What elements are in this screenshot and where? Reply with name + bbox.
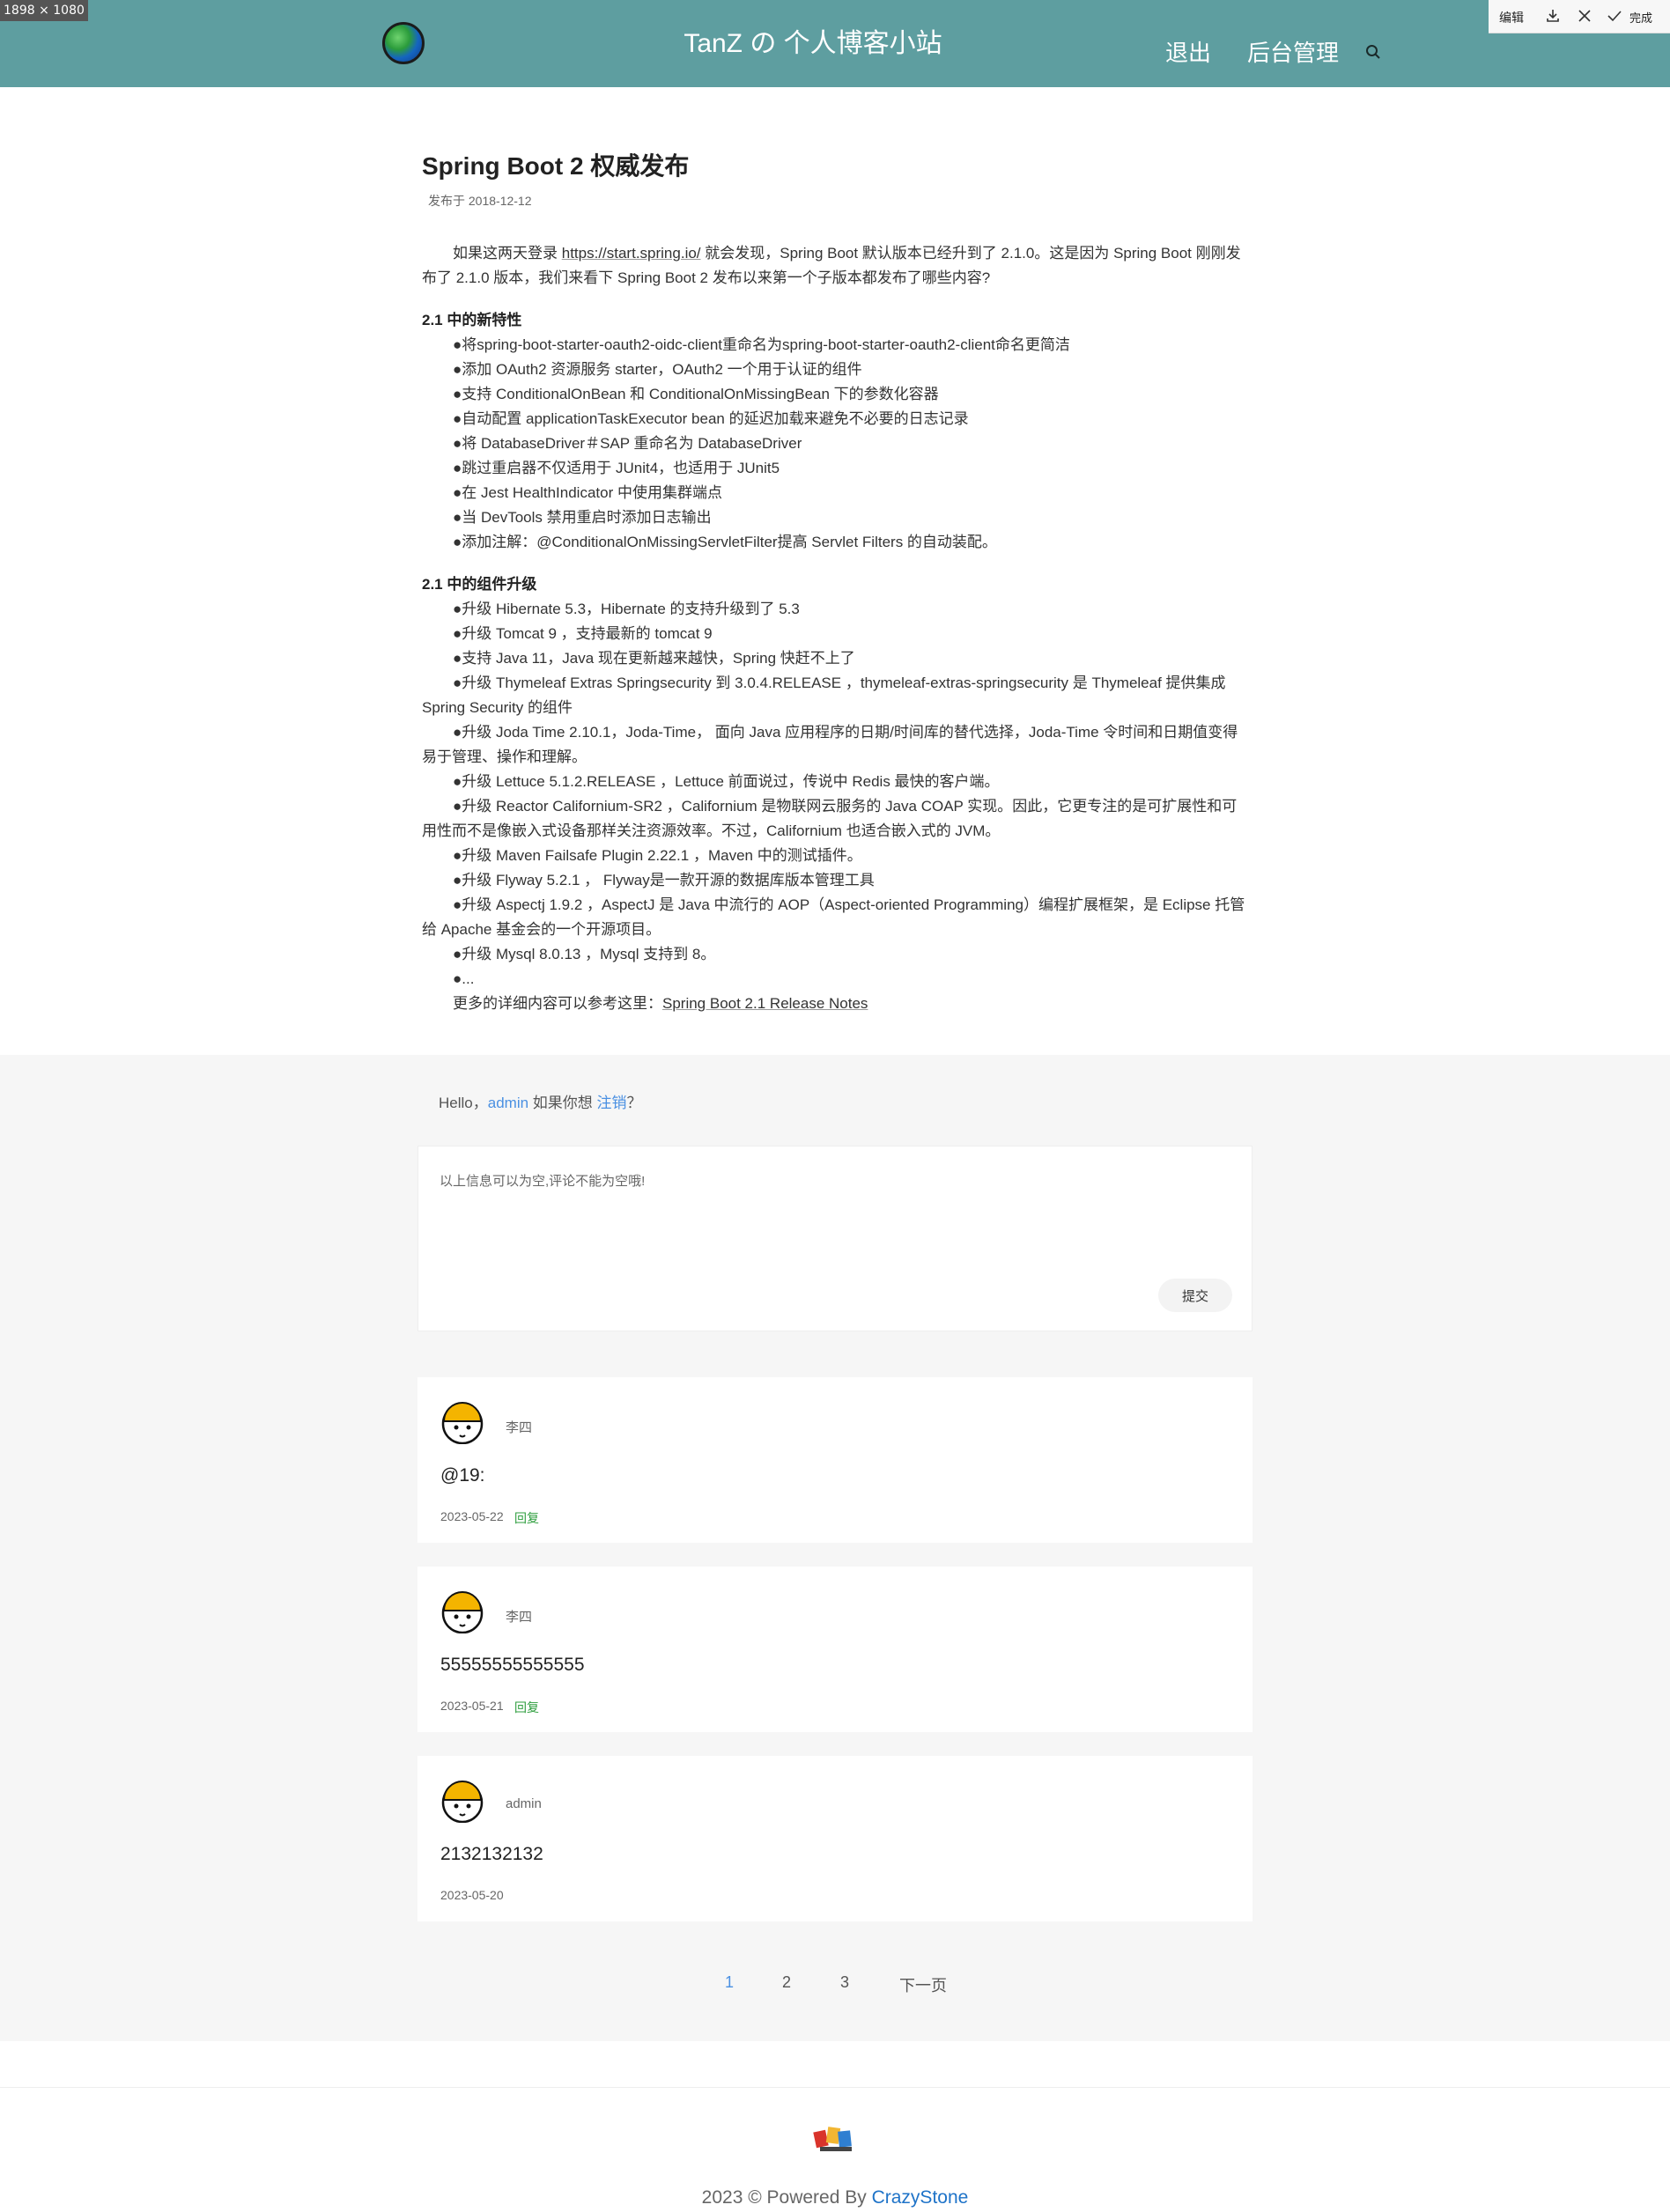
feature-item: ●在 Jest HealthIndicator 中使用集群端点: [453, 484, 722, 501]
comment-author: 李四: [506, 1610, 533, 1625]
page-3[interactable]: 3: [840, 1973, 849, 1992]
current-user-link[interactable]: admin: [488, 1095, 528, 1111]
reply-link[interactable]: 回复: [514, 1509, 539, 1527]
comment-card: 李四 @19: 2023-05-22 回复: [418, 1377, 1252, 1543]
screenshot-size-badge: 1898 × 1080: [0, 0, 88, 21]
feature-item: ●升级 Mysql 8.0.13 ，Mysql 支持到 8。: [453, 946, 716, 962]
globe-logo-icon[interactable]: [382, 22, 425, 64]
comment-date: 2023-05-20: [440, 1888, 504, 1902]
comment-textarea[interactable]: 以上信息可以为空,评论不能为空哦! 提交: [418, 1146, 1252, 1331]
comment-placeholder: 以上信息可以为空,评论不能为空哦!: [440, 1174, 646, 1189]
feature-item: ●添加注解：@ConditionalOnMissingServletFilter…: [453, 534, 997, 550]
page-1[interactable]: 1: [725, 1973, 734, 1992]
avatar-icon: [440, 1779, 484, 1824]
blog-logo-icon: [813, 2127, 852, 2151]
feature-item: ●自动配置 applicationTaskExecutor bean 的延迟加载…: [453, 410, 969, 427]
submit-comment-button[interactable]: 提交: [1158, 1279, 1232, 1312]
search-icon[interactable]: [1365, 44, 1381, 60]
next-page[interactable]: 下一页: [899, 1973, 947, 1996]
comment-card: admin 2132132132 2023-05-20: [418, 1756, 1252, 1921]
article-date: 发布于 2018-12-12: [428, 194, 532, 208]
close-icon[interactable]: [1577, 8, 1592, 24]
nav-logout[interactable]: 退出: [1165, 35, 1211, 68]
start-spring-link[interactable]: https://start.spring.io/: [562, 245, 701, 262]
comment-text: @19:: [440, 1465, 485, 1486]
more-info-line: 更多的详细内容可以参考这里：Spring Boot 2.1 Release No…: [422, 992, 1250, 1016]
site-header: TanZ の 个人博客小站 退出 后台管理: [0, 0, 1670, 87]
nav-admin[interactable]: 后台管理: [1247, 35, 1339, 68]
feature-item: ●添加 OAuth2 资源服务 starter，OAuth2 一个用于认证的组件: [453, 361, 862, 378]
download-icon[interactable]: [1545, 8, 1561, 24]
comment-text: 2132132132: [440, 1844, 543, 1864]
footer-copyright: 2023 © Powered By CrazyStone: [701, 2187, 969, 2208]
new-features-list: ●将spring-boot-starter-oauth2-oidc-client…: [422, 333, 1250, 555]
article-content: 如果这两天登录 https://start.spring.io/ 就会发现，Sp…: [422, 241, 1250, 1016]
section-new-features-title: 2.1 中的新特性: [422, 312, 522, 328]
comment-date: 2023-05-22: [440, 1509, 504, 1523]
feature-item: ●支持 Java 11，Java 现在更新越来越快，Spring 快赶不上了: [453, 650, 855, 667]
feature-item: ●将spring-boot-starter-oauth2-oidc-client…: [453, 336, 1070, 353]
logout-link[interactable]: 注销: [597, 1095, 627, 1111]
more-info-text: 更多的详细内容可以参考这里：: [453, 995, 662, 1012]
feature-item: ●升级 Joda Time 2.10.1，Joda-Time， 面向 Java …: [422, 724, 1238, 765]
feature-item: ●当 DevTools 禁用重启时添加日志输出: [453, 509, 712, 526]
site-title[interactable]: TanZ の 个人博客小站: [573, 21, 1053, 60]
feature-item: ●升级 Hibernate 5.3，Hibernate 的支持升级到了 5.3: [453, 601, 800, 617]
comment-author: admin: [506, 1796, 542, 1811]
feature-item: ●升级 Aspectj 1.9.2 ，AspectJ 是 Java 中流行的 A…: [422, 896, 1245, 938]
feature-item: ●升级 Lettuce 5.1.2.RELEASE ，Lettuce 前面说过，…: [453, 773, 1000, 790]
feature-item: ●支持 ConditionalOnBean 和 ConditionalOnMis…: [453, 386, 939, 402]
comment-card: 李四 55555555555555 2023-05-21 回复: [418, 1567, 1252, 1732]
feature-item: ●升级 Maven Failsafe Plugin 2.22.1 ，Maven …: [453, 847, 862, 864]
feature-item: ●升级 Tomcat 9 ，支持最新的 tomcat 9: [453, 625, 713, 642]
login-greeting: Hello，admin 如果你想 注销？: [439, 1095, 642, 1111]
feature-item: ●升级 Reactor Californium-SR2 ，Californium…: [422, 798, 1238, 839]
feature-item: ●升级 Thymeleaf Extras Springsecurity 到 3.…: [422, 675, 1226, 716]
feature-item: ●...: [453, 970, 475, 987]
feature-item: ●升级 Flyway 5.2.1 ， Flyway是一款开源的数据库版本管理工具: [453, 872, 875, 888]
page-2[interactable]: 2: [782, 1973, 791, 1992]
feature-item: ●将 DatabaseDriver＃SAP 重命名为 DatabaseDrive…: [453, 435, 802, 452]
avatar-icon: [440, 1589, 484, 1634]
upgrades-list: ●升级 Hibernate 5.3，Hibernate 的支持升级到了 5.3 ●…: [422, 597, 1250, 992]
comment-author: 李四: [506, 1420, 533, 1435]
comment-text: 55555555555555: [440, 1655, 585, 1675]
crazystone-link[interactable]: CrazyStone: [872, 2187, 969, 2208]
screenshot-toolbar: 编辑 完成: [1489, 0, 1670, 33]
avatar-icon: [440, 1400, 484, 1445]
intro-text: 如果这两天登录: [453, 245, 562, 262]
done-button[interactable]: 完成: [1629, 9, 1652, 26]
check-icon: [1607, 11, 1622, 22]
footer-divider: [0, 2087, 1670, 2088]
article-intro: 如果这两天登录 https://start.spring.io/ 就会发现，Sp…: [422, 241, 1250, 291]
section-upgrades-title: 2.1 中的组件升级: [422, 576, 537, 593]
edit-button[interactable]: 编辑: [1499, 9, 1524, 26]
release-notes-link[interactable]: Spring Boot 2.1 Release Notes: [662, 995, 868, 1012]
comment-date: 2023-05-21: [440, 1699, 504, 1713]
reply-link[interactable]: 回复: [514, 1699, 539, 1716]
feature-item: ●跳过重启器不仅适用于 JUnit4，也适用于 JUnit5: [453, 460, 780, 476]
article-title: Spring Boot 2 权威发布: [422, 152, 690, 180]
